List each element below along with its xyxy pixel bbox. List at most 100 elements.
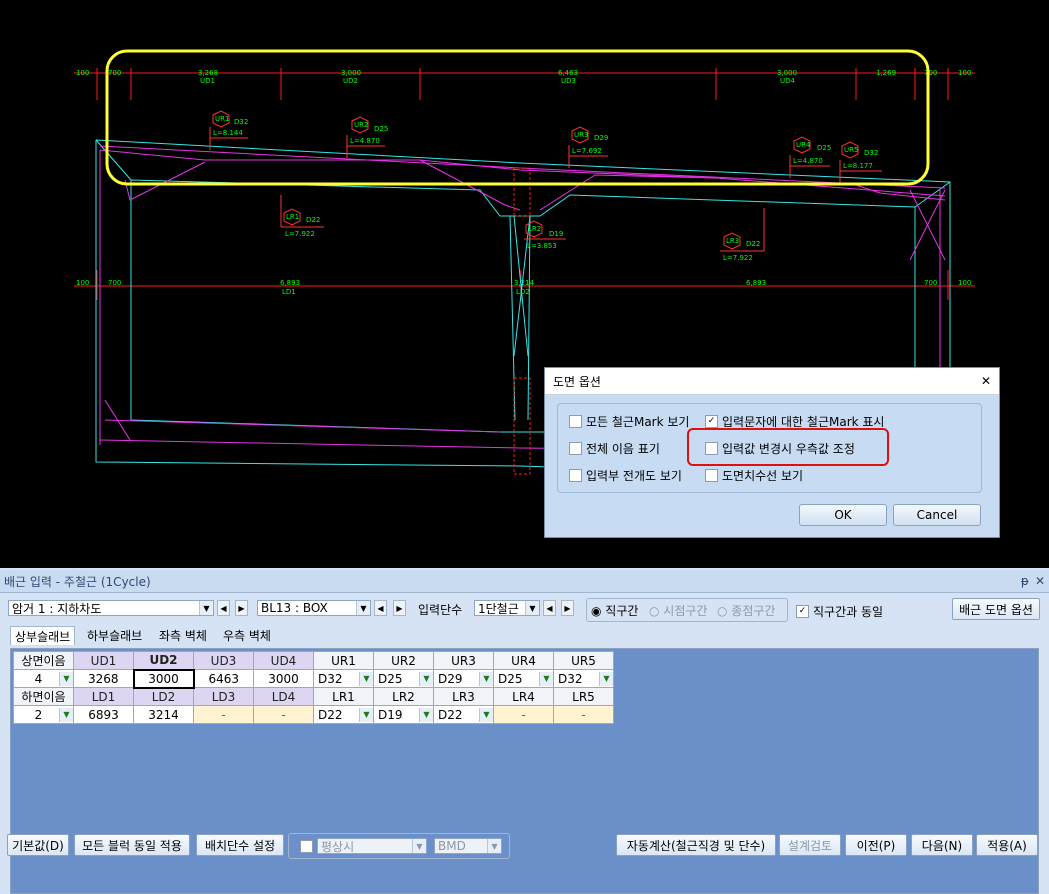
table-row: 4 ▼ 3268 3000 6463 3000 D32 ▼ D25 ▼ D29 ▼ D2…	[13, 668, 614, 689]
grid-cell[interactable]: 6463	[193, 669, 254, 688]
layout-levels-button[interactable]: 배치단수 설정	[196, 834, 284, 856]
table-row: 상면이음 UD1 UD2 UD3 UD4 UR1 UR2 UR3 UR4 UR5	[13, 651, 614, 670]
normal-select[interactable]: 평상시 ▼	[317, 838, 427, 854]
option-all-marks[interactable]: 모든 철근Mark 보기	[569, 413, 689, 430]
same-as-straight-checkbox[interactable]: ✓ 직구간과 동일	[796, 603, 883, 620]
radio-end[interactable]: ○ 종점구간	[717, 602, 775, 619]
mark-ur2: UR2 D25 L=4.870	[346, 116, 388, 158]
dim-label-ud1: UD1	[200, 77, 215, 85]
default-button[interactable]: 기본값(D)	[7, 834, 69, 856]
culvert-select[interactable]: 암거 1 : 지하차도 ▼	[8, 600, 214, 616]
dim-mid-2: 6,893	[280, 279, 300, 287]
grid-cell-dropdown[interactable]: 4 ▼	[13, 669, 74, 688]
mark-ur1: UR1 D32 L=8.144	[209, 110, 248, 150]
close-icon[interactable]: ✕	[981, 373, 991, 389]
mark-ur4-len: L=4.870	[793, 157, 823, 165]
checkbox-icon[interactable]	[569, 442, 582, 455]
prev-button[interactable]: 이전(P)	[845, 834, 907, 856]
tab-bottom-slab[interactable]: 하부슬래브	[83, 626, 146, 644]
chevron-down-icon[interactable]: ▼	[359, 707, 373, 722]
tab-right-wall[interactable]: 우측 벽체	[219, 626, 275, 644]
mark-ur5-len: L=8.177	[843, 162, 873, 170]
chevron-down-icon[interactable]: ▼	[199, 601, 213, 615]
grid-header: UD1	[73, 651, 134, 670]
chevron-down-icon[interactable]: ▼	[539, 671, 553, 686]
chevron-down-icon[interactable]: ▼	[412, 839, 426, 853]
bmd-select[interactable]: BMD ▼	[434, 838, 502, 854]
prev-arrow-icon[interactable]: ◀	[217, 600, 230, 616]
dim-mid-3: 3,214	[514, 279, 535, 287]
chevron-down-icon[interactable]: ▼	[487, 839, 501, 853]
chevron-down-icon[interactable]: ▼	[59, 707, 73, 722]
rebar-input-panel: 배근 입력 - 주철근 (1Cycle) ᵽ ✕ 암거 1 : 지하차도 ▼ ◀ ▶…	[0, 570, 1049, 894]
grid-cell-dropdown[interactable]: D22 ▼	[313, 705, 374, 724]
grid-cell-selected[interactable]: 3000	[132, 668, 195, 689]
grid-header: LD2	[133, 687, 194, 706]
chevron-down-icon[interactable]: ▼	[359, 671, 373, 686]
chevron-down-icon[interactable]: ▼	[419, 671, 433, 686]
grid-cell-dropdown[interactable]: 2 ▼	[13, 705, 74, 724]
mark-ur3-len: L=7.692	[572, 147, 602, 155]
next-arrow-icon[interactable]: ▶	[393, 600, 406, 616]
apply-all-blocks-button[interactable]: 모든 블럭 동일 적용	[74, 834, 190, 856]
cancel-button[interactable]: Cancel	[893, 504, 981, 526]
grid-cell-dropdown[interactable]: D32 ▼	[313, 669, 374, 688]
mark-ur3: UR3 D29 L=7.692	[568, 126, 608, 168]
prev-arrow-icon[interactable]: ◀	[374, 600, 387, 616]
chevron-down-icon[interactable]: ▼	[419, 707, 433, 722]
input-level-select[interactable]: 1단철근 ▼	[474, 600, 540, 616]
grid-cell-dropdown[interactable]: D29 ▼	[433, 669, 494, 688]
design-check-button[interactable]: 설계검토	[779, 834, 841, 856]
drawing-options-button[interactable]: 배근 도면 옵션	[952, 598, 1040, 620]
option-development-view[interactable]: 입력부 전개도 보기	[569, 467, 682, 484]
dim-label-ld2: LD2	[516, 288, 530, 296]
checkbox-checked-icon[interactable]: ✓	[796, 605, 809, 618]
grid-cell-dropdown[interactable]: D32 ▼	[553, 669, 614, 688]
chevron-down-icon[interactable]: ▼	[59, 671, 73, 686]
chevron-down-icon[interactable]: ▼	[479, 707, 493, 722]
grid-header: LD3	[193, 687, 254, 706]
auto-calc-button[interactable]: 자동계산(철근직경 및 단수)	[616, 834, 776, 856]
tab-left-wall[interactable]: 좌측 벽체	[155, 626, 211, 644]
checkbox-icon[interactable]	[705, 469, 718, 482]
rebar-grid-area: 상면이음 UD1 UD2 UD3 UD4 UR1 UR2 UR3 UR4 UR5…	[10, 648, 1039, 894]
mark-lr2-len: L=3.853	[527, 242, 557, 250]
checkbox-icon[interactable]	[300, 840, 313, 853]
grid-cell[interactable]: 3214	[133, 705, 194, 724]
option-dimension-lines[interactable]: 도면치수선 보기	[705, 467, 803, 484]
grid-cell-dropdown[interactable]: D19 ▼	[373, 705, 434, 724]
panel-close-icon[interactable]: ✕	[1035, 574, 1045, 588]
mark-ur5-label: UR5	[844, 146, 858, 154]
chevron-down-icon[interactable]: ▼	[356, 601, 370, 615]
next-button[interactable]: 다음(N)	[911, 834, 973, 856]
grid-header: LD1	[73, 687, 134, 706]
grid-cell[interactable]: 6893	[73, 705, 134, 724]
checkbox-checked-icon[interactable]: ✓	[705, 415, 718, 428]
checkbox-icon[interactable]	[569, 469, 582, 482]
grid-cell-dropdown[interactable]: D25 ▼	[493, 669, 554, 688]
ok-button[interactable]: OK	[799, 504, 887, 526]
grid-cell[interactable]: 3000	[253, 669, 314, 688]
checkbox-icon[interactable]	[569, 415, 582, 428]
dim-top-1: 700	[108, 69, 121, 77]
grid-cell-dropdown[interactable]: D22 ▼	[433, 705, 494, 724]
option-all-splices[interactable]: 전체 이음 표기	[569, 440, 660, 457]
radio-start[interactable]: ○ 시점구간	[649, 602, 707, 619]
dim-top-3: 3,000	[341, 69, 361, 77]
grid-cell[interactable]: 3268	[73, 669, 134, 688]
next-arrow-icon[interactable]: ▶	[235, 600, 248, 616]
prev-arrow-icon[interactable]: ◀	[543, 600, 556, 616]
chevron-down-icon[interactable]: ▼	[599, 671, 613, 686]
block-select[interactable]: BL13 : BOX ▼	[257, 600, 371, 616]
tab-top-slab[interactable]: 상부슬래브	[10, 626, 76, 645]
grid-cell-dropdown[interactable]: D25 ▼	[373, 669, 434, 688]
dim-top-4: 6,463	[558, 69, 578, 77]
radio-straight[interactable]: ◉ 직구간	[591, 602, 638, 619]
mark-lr3-label: LR3	[726, 237, 739, 245]
chevron-down-icon[interactable]: ▼	[479, 671, 493, 686]
apply-button[interactable]: 적용(A)	[976, 834, 1038, 856]
next-arrow-icon[interactable]: ▶	[561, 600, 574, 616]
pin-icon[interactable]: ᵽ	[1021, 574, 1029, 588]
chevron-down-icon[interactable]: ▼	[525, 601, 539, 615]
mark-ur4: UR4 D25 L=4.870	[789, 136, 831, 178]
